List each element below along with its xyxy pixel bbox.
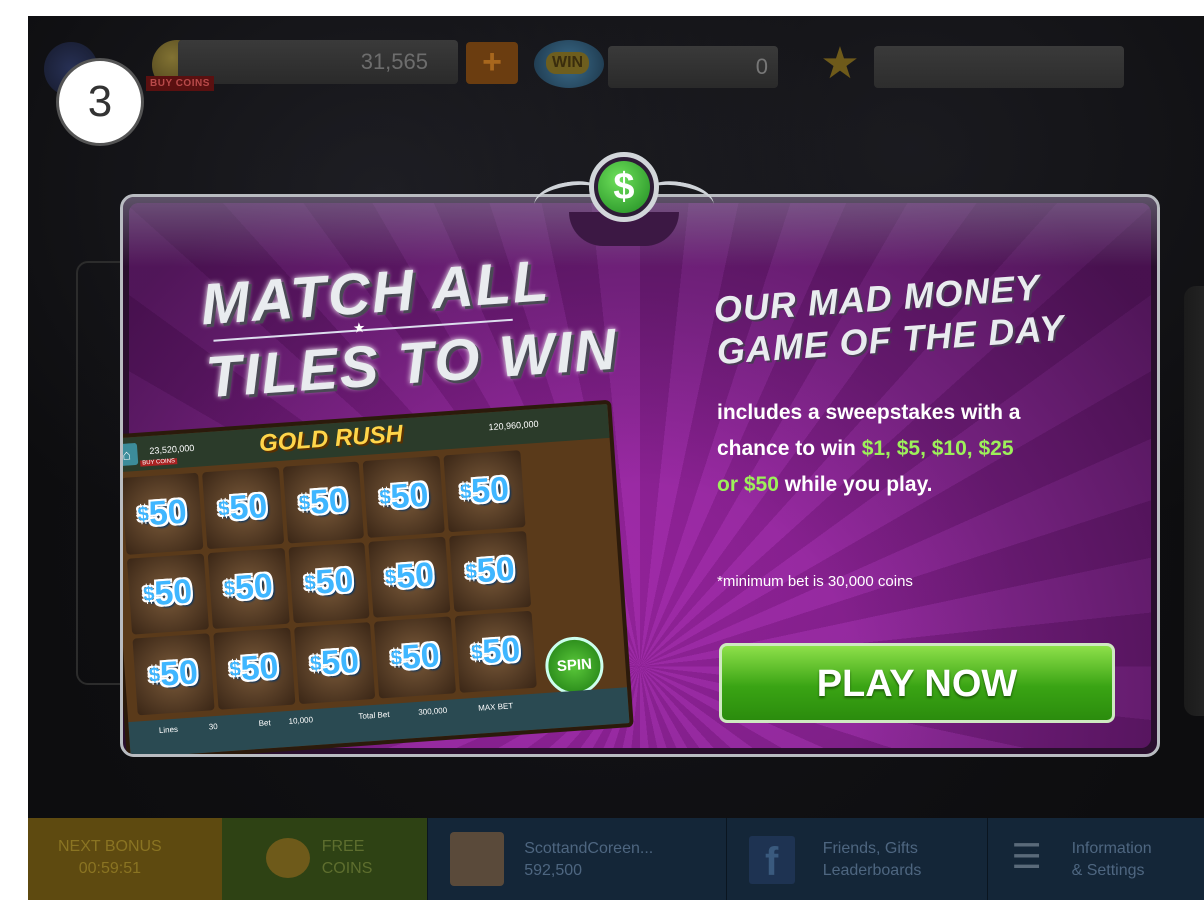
slot-title: GOLD RUSH — [258, 420, 404, 458]
level-progress-bar — [874, 46, 1124, 88]
tile-value: 50 — [147, 492, 188, 533]
tile-value: 50 — [228, 486, 269, 528]
next-bonus-timer: 00:59:51 — [78, 860, 141, 877]
info-text: Information & Settings — [1072, 838, 1152, 882]
next-bonus-label: NEXT BONUS — [58, 838, 162, 855]
reel-tile: $50 — [443, 450, 526, 532]
step-number-badge: 3 — [56, 58, 144, 146]
tile-value: 50 — [308, 481, 350, 522]
tile-value: 50 — [153, 572, 194, 614]
tile-value: 50 — [158, 653, 200, 694]
reel-tile: $50 — [132, 633, 215, 716]
win-amount: 0 — [608, 46, 778, 88]
friends-line1: Friends, Gifts — [822, 840, 918, 857]
tile-value: 50 — [314, 561, 355, 603]
user-name: ScottandCoreen... — [524, 840, 654, 857]
coin-balance: 31,565 — [178, 40, 458, 84]
dollar-icon: $ — [598, 161, 650, 213]
slot-bet-label: Bet — [258, 718, 271, 729]
bottom-bar: NEXT BONUS 00:59:51 FREE COINS ScottandCor… — [28, 818, 1204, 900]
user-coins: 592,500 — [524, 862, 583, 879]
info-line1: Information — [1071, 840, 1152, 857]
minimum-bet-note: *minimum bet is 30,000 coins — [717, 573, 913, 590]
slot-spin-button: SPIN — [543, 634, 606, 697]
play-now-button[interactable]: PLAY NOW — [719, 643, 1115, 723]
friends-line2: Leaderboards — [822, 862, 922, 879]
reel-tile: $50 — [293, 622, 376, 705]
slot-total-bet-label: Total Bet — [358, 709, 390, 722]
reel-tile: $50 — [282, 461, 365, 544]
friends-text: Friends, Gifts Leaderboards — [823, 838, 922, 882]
reel-tile: $50 — [201, 467, 284, 549]
star-icon: ★ — [820, 39, 860, 88]
user-profile-button[interactable]: ScottandCoreen... 592,500 — [427, 818, 726, 900]
slot-lines-label: Lines — [158, 724, 179, 736]
tile-value: 50 — [400, 636, 441, 678]
reel-tile: $50 — [363, 455, 445, 538]
reel-tile: $50 — [454, 611, 537, 693]
reel-tile: $50 — [374, 616, 457, 699]
next-bonus-text: NEXT BONUS 00:59:51 — [58, 836, 162, 880]
info-line2: & Settings — [1071, 862, 1145, 879]
free-coins-line1: FREE — [321, 838, 365, 855]
tile-value: 50 — [319, 642, 361, 683]
tile-value: 50 — [481, 630, 522, 672]
tile-value: 50 — [475, 550, 516, 591]
friends-button[interactable]: f Friends, Gifts Leaderboards — [725, 818, 987, 900]
free-coins-text: FREE COINS — [322, 836, 373, 880]
tile-value: 50 — [469, 469, 511, 511]
dollar-emblem: $ — [531, 142, 717, 252]
slot-buy-coins: BUY COINS — [140, 458, 178, 467]
slot-bet-value: 10,000 — [288, 715, 314, 726]
reel-tile: $50 — [213, 627, 296, 710]
coins-icon — [265, 838, 310, 878]
tile-value: 50 — [394, 555, 436, 597]
desc-text-end: while you play. — [778, 473, 933, 496]
slot-reels: $50 $50 $50 $50 $50 $50 $50 $50 $50 $50 … — [123, 450, 537, 716]
avatar — [450, 832, 505, 886]
reel-tile: $50 — [207, 547, 290, 630]
reel-tile: $50 — [288, 541, 370, 624]
slot-lines-value: 30 — [208, 721, 218, 732]
game-screen: 31,565 BUY COINS + WIN 0 ★ MATCH ALL TIL… — [28, 16, 1204, 900]
tile-value: 50 — [233, 567, 275, 608]
reel-tile: $50 — [368, 536, 451, 619]
reel-tile: $50 — [126, 553, 209, 635]
reel-tile: $50 — [449, 530, 532, 613]
free-coins-line2: COINS — [321, 860, 373, 877]
tile-value: 50 — [389, 475, 430, 517]
prize-amounts: $1, $5, $10, $25 — [861, 437, 1014, 460]
reel-tile: $50 — [123, 472, 204, 555]
promo-description: includes a sweepstakes with a chance to … — [717, 395, 1077, 503]
slot-game-preview: ⌂ 23,520,000 BUY COINS GOLD RUSH 120,960… — [123, 399, 634, 754]
tile-value: 50 — [239, 647, 280, 689]
match-all-heading: MATCH ALL TILES TO WIN — [199, 243, 621, 411]
free-coins-button[interactable]: FREE COINS — [221, 818, 428, 900]
slot-home-icon: ⌂ — [123, 442, 139, 467]
side-panel-right — [1184, 286, 1204, 716]
top-bar: 31,565 BUY COINS + WIN 0 ★ — [28, 16, 1204, 111]
promo-modal: MATCH ALL TILES TO WIN OUR MAD MONEY GAM… — [120, 194, 1160, 757]
slot-win: 120,960,000 — [488, 418, 539, 433]
facebook-icon: f — [748, 836, 795, 884]
settings-icon: ☰ — [1011, 838, 1042, 876]
next-bonus-button[interactable]: NEXT BONUS 00:59:51 — [28, 818, 222, 900]
prize-amount-max: or $50 — [717, 473, 779, 496]
slot-total-bet-value: 300,000 — [417, 705, 448, 717]
slot-coins: 23,520,000 — [149, 442, 195, 456]
win-label: WIN — [546, 52, 590, 74]
buy-coins-button[interactable]: BUY COINS — [146, 76, 214, 91]
slot-max-bet: MAX BET — [477, 701, 514, 713]
add-coins-button[interactable]: + — [466, 42, 518, 84]
user-info: ScottandCoreen... 592,500 — [524, 838, 653, 882]
info-settings-button[interactable]: ☰ Information & Settings — [986, 818, 1204, 900]
